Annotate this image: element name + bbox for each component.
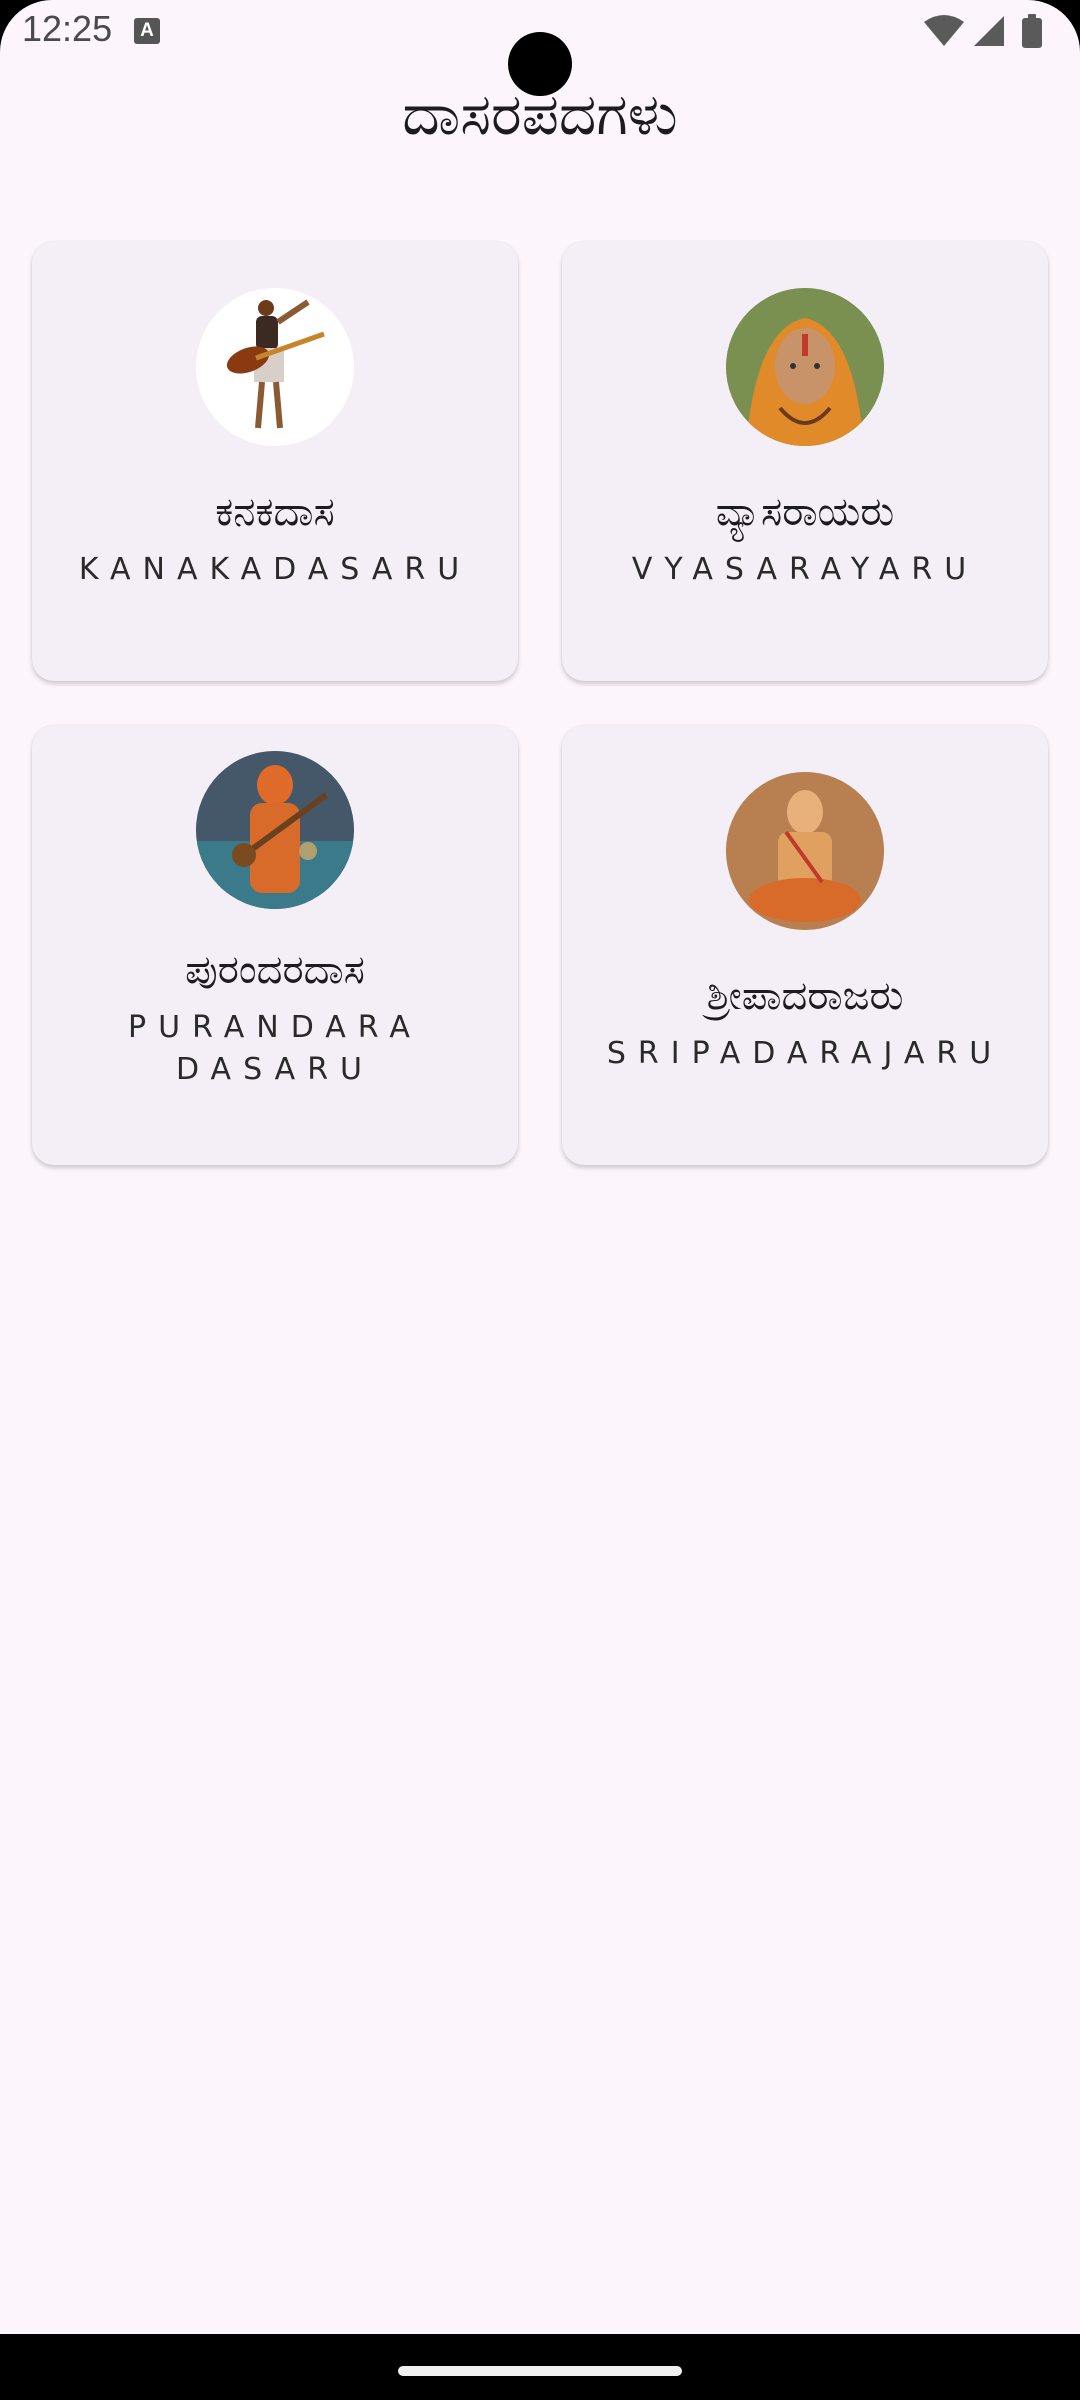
card-title: ಶ್ರೀಪಾದರಾಜರು — [706, 973, 904, 1019]
card-title: ಕನಕದಾಸ — [215, 489, 335, 535]
gesture-nav-handle[interactable] — [398, 2366, 682, 2376]
notification-a-letter: A — [140, 20, 154, 41]
card-title: ವ್ಯಾಸರಾಯರು — [715, 489, 895, 535]
kanakadasa-portrait-icon — [196, 288, 354, 446]
card-subtitle: PURANDARA DASARU — [128, 1010, 422, 1087]
card-vyasaraya[interactable]: ವ್ಯಾಸರಾಯರು VYASARAYARU — [562, 241, 1048, 681]
page-title: ದಾಸರಪದಗಳು — [402, 80, 678, 148]
status-time: 12:25 — [22, 8, 113, 49]
card-subtitle: SRIPADARAJARU — [606, 1036, 1004, 1071]
cell-signal-icon — [974, 16, 1004, 46]
status-icons — [924, 14, 1042, 48]
battery-icon — [1022, 18, 1042, 48]
app-screen: 12:25 A ದಾಸರಪದಗಳು ಕನಕದಾಸ KANAKADASARU ವ್… — [0, 0, 1080, 2334]
sripadaraja-portrait-icon — [726, 772, 884, 930]
purandaradasa-portrait-icon — [196, 751, 354, 909]
card-subtitle: KANAKADASARU — [78, 552, 472, 587]
card-subtitle: VYASARAYARU — [631, 552, 979, 587]
card-kanakadasa[interactable]: ಕನಕದಾಸ KANAKADASARU — [32, 241, 518, 681]
card-purandaradasa[interactable]: ಪುರಂದರದಾಸ PURANDARA DASARU — [32, 725, 518, 1165]
wifi-icon — [924, 15, 964, 46]
card-title: ಪುರಂದರದಾಸ — [185, 947, 365, 993]
vyasaraya-portrait-icon — [726, 288, 884, 446]
notification-a-icon: A — [134, 18, 160, 44]
card-sripadaraja[interactable]: ಶ್ರೀಪಾದರಾಜರು SRIPADARAJARU — [562, 725, 1048, 1165]
